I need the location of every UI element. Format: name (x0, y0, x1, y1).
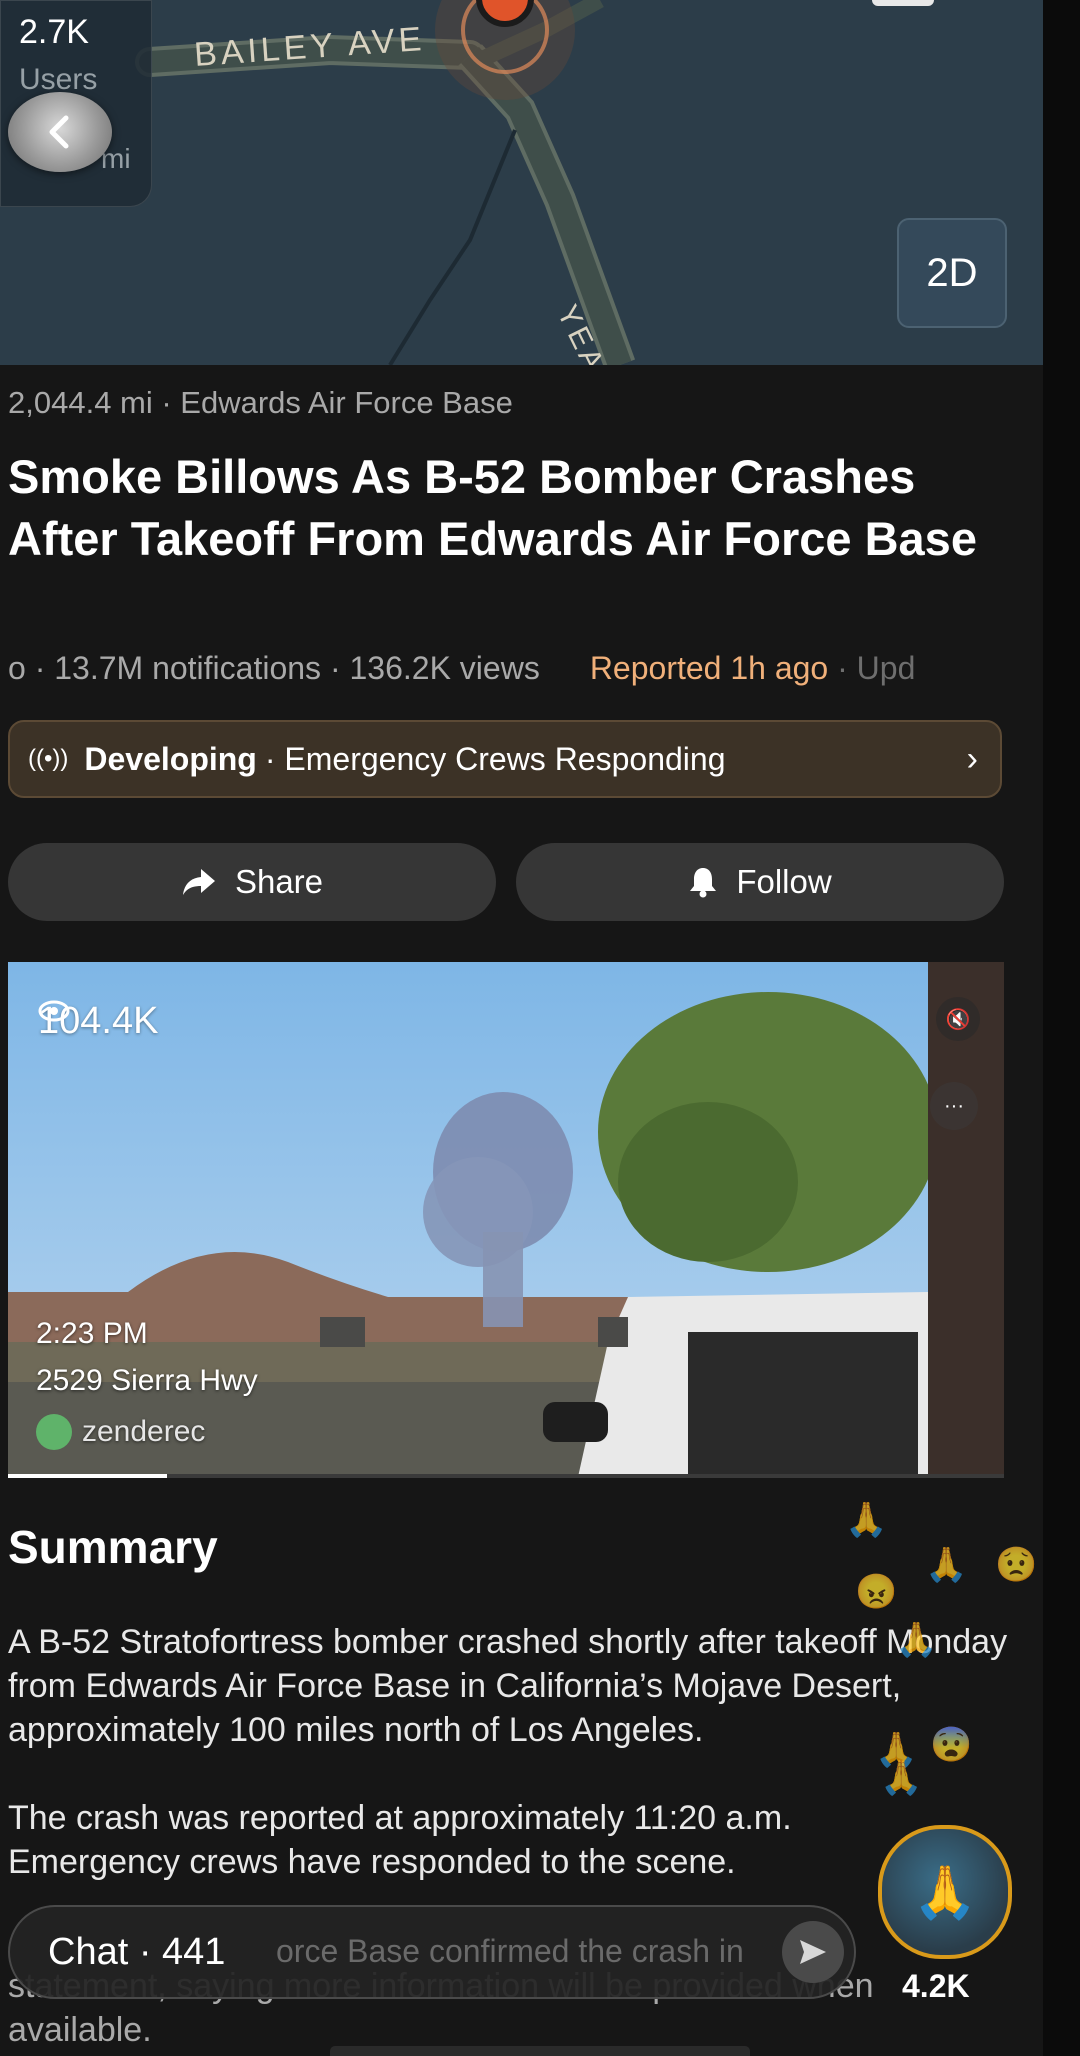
developing-text: · Emergency Crews Responding (264, 740, 726, 777)
chevron-right-icon: › (966, 740, 978, 778)
share-button[interactable]: Share (8, 843, 496, 921)
chat-ghost-text: orce Base confirmed the crash in (276, 1933, 744, 1969)
follow-button[interactable]: Follow (516, 843, 1004, 921)
article-stats: o · 13.7M notifications · 136.2K views Re… (8, 650, 1008, 687)
home-indicator (330, 2046, 750, 2056)
angry-face-icon: 😠 (855, 1573, 898, 1611)
summary-paragraph-2: The crash was reported at approximately … (8, 1799, 792, 1881)
chat-input-bar[interactable]: orce Base confirmed the crash in Chat · … (8, 1905, 856, 1999)
video-address: 2529 Sierra Hwy (36, 1364, 258, 1397)
send-icon (800, 1940, 826, 1964)
signal-indicator (728, 0, 788, 8)
chevron-left-icon (49, 115, 69, 149)
mute-button[interactable]: 🔇 (936, 997, 980, 1041)
battery-indicator (872, 0, 934, 6)
praying-hands-icon: 🙏 (925, 1546, 968, 1584)
back-button[interactable] (8, 92, 112, 172)
video-progress-bar[interactable] (8, 1474, 1004, 1478)
praying-hands-icon: 🙏 (912, 1863, 978, 1922)
share-label: Share (234, 863, 324, 900)
video-uploader[interactable]: zenderec (36, 1414, 205, 1450)
video-player[interactable]: 104.4K 🔇 ··· 2:23 PM 2529 Sierra Hwy zen… (8, 962, 1004, 1477)
follow-label: Follow (736, 863, 832, 900)
eye-icon (38, 1000, 70, 1022)
location-distance: 2,044.4 mi · Edwards Air Force Base (8, 385, 513, 420)
summary-title: Summary (8, 1521, 218, 1573)
praying-hands-icon: 🙏 (880, 1759, 923, 1797)
chat-label: Chat · 441 (48, 1931, 226, 1973)
map-view[interactable]: BAILEY AVE YEA 2.7K Users mi 2D (0, 0, 1043, 365)
send-button[interactable] (782, 1921, 844, 1983)
reaction-count: 4.2K (902, 1968, 970, 2004)
map-count: 2.7K (19, 13, 89, 51)
more-options-button[interactable]: ··· (930, 1082, 978, 1130)
avatar (36, 1414, 72, 1450)
map-view-toggle-button[interactable]: 2D (897, 218, 1007, 328)
video-timestamp: 2:23 PM (36, 1317, 148, 1350)
praying-hands-icon: 🙏 (845, 1501, 888, 1539)
updated-time: · Upd (828, 650, 916, 686)
share-icon (182, 869, 215, 895)
react-button[interactable]: 🙏 (878, 1825, 1012, 1959)
bell-icon (690, 868, 717, 898)
developing-label: Developing (84, 740, 257, 777)
broadcast-icon: ((•)) (28, 745, 69, 772)
article-headline: Smoke Billows As B-52 Bomber Crashes Aft… (8, 450, 977, 565)
speaker-muted-icon: 🔇 (945, 1008, 971, 1031)
ellipsis-icon: ··· (944, 1094, 964, 1117)
right-edge-strip (1043, 0, 1080, 2056)
praying-hands-icon: 🙏 (895, 1621, 938, 1659)
reported-time: Reported 1h ago (589, 650, 829, 686)
worried-face-icon: 😟 (995, 1546, 1038, 1584)
video-progress-fill (8, 1474, 168, 1478)
developing-banner[interactable]: ((•)) Developing · Emergency Crews Respo… (8, 720, 1002, 798)
fearful-face-icon: 😨 (930, 1726, 973, 1764)
video-view-count: 104.4K (38, 1000, 158, 1043)
map-roads (135, 0, 636, 365)
stats-counts: o · 13.7M notifications · 136.2K views (8, 650, 540, 686)
uploader-name: zenderec (82, 1415, 206, 1448)
